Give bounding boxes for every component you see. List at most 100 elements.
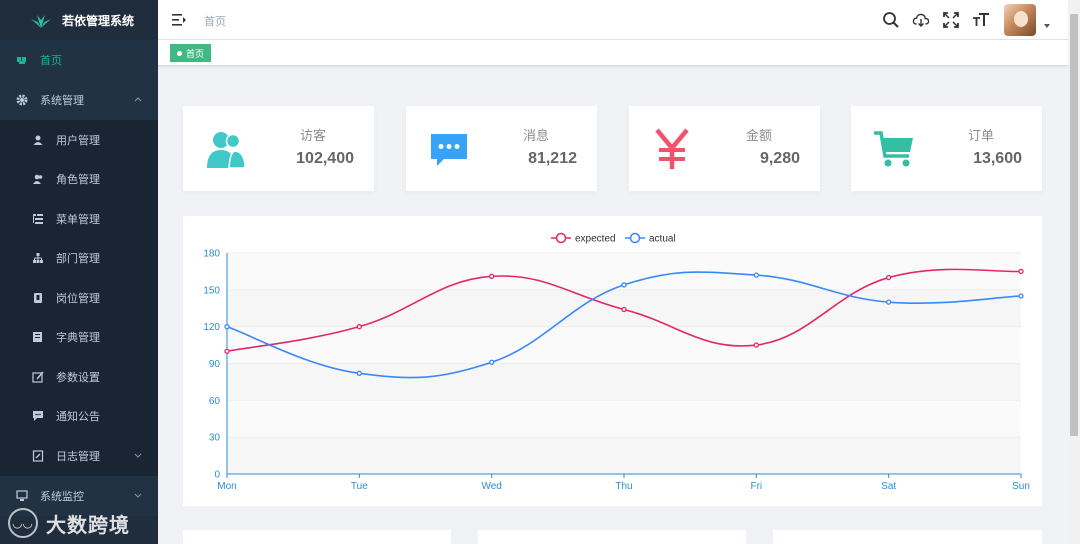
panel-visitors[interactable]: 访客 102,400 [183,106,374,191]
y-tick-label: 0 [214,470,220,481]
post-icon [32,292,44,304]
data-point-actual [753,272,759,278]
breadcrumb: 首页 [204,16,226,28]
navbar: 首页 [158,0,1068,40]
sidebar-item-home[interactable]: 首页 [0,40,158,80]
log-icon [32,450,44,462]
sidebar-item-label: 首页 [40,55,62,67]
sidebar-item-menus[interactable]: 菜单管理 [0,199,158,239]
edit-icon [32,371,44,383]
sidebar-item-notice[interactable]: 通知公告 [0,396,158,436]
grid-band [227,363,1021,401]
sidebar-item-users[interactable]: 用户管理 [0,120,158,160]
panel-value: 81,212 [528,150,577,167]
sidebar-item-label: 部门管理 [56,253,100,266]
gear-icon [16,94,28,106]
shopping-icon [874,131,913,167]
sidebar-item-depts[interactable]: 部门管理 [0,238,158,278]
sidebar-item-posts[interactable]: 岗位管理 [0,278,158,318]
data-point-actual [886,299,892,305]
money-icon [655,128,689,169]
dashboard-icon [16,54,28,66]
tag-home[interactable]: 首页 [170,44,212,62]
tag-label: 首页 [186,48,205,59]
data-point-expected [886,274,892,281]
chevron-up-icon [134,97,142,102]
sidebar-item-label: 参数设置 [56,371,100,384]
data-point-expected [356,324,362,330]
data-point-actual [489,359,495,365]
search-icon[interactable] [882,11,900,29]
chevron-down-icon [134,493,142,498]
dict-icon [32,331,44,343]
sidebar: 若依管理系统 首页 系统管理 用户管理 角色管理 菜单管理 部门管理 岗位管理 … [0,0,158,544]
sidebar-item-label: 菜单管理 [56,213,100,226]
sidebar-item-system[interactable]: 系统管理 [0,80,158,120]
tag-active-dot [177,50,182,56]
sidebar-item-config[interactable]: 参数设置 [0,357,158,397]
legend-label: actual [649,234,676,245]
data-point-expected [621,306,627,313]
bottom-card [183,530,451,544]
sidebar-item-label: 角色管理 [56,174,100,187]
data-point-expected [1018,268,1024,275]
sidebar-item-label: 系统监控 [40,490,84,503]
cloud-download-icon[interactable] [912,11,930,29]
y-tick-label: 30 [209,433,221,444]
x-tick-label: Sat [881,481,896,492]
panel-value: 102,400 [296,150,354,167]
sidebar-item-roles[interactable]: 角色管理 [0,159,158,199]
watermark: ◡◡ 大数跨境 [8,508,130,538]
y-tick-label: 120 [203,322,220,333]
user-icon [32,134,44,146]
font-size-icon[interactable] [972,11,990,29]
x-tick-label: Mon [217,481,236,492]
peoples-icon [32,173,44,185]
panel-money[interactable]: 金额 9,280 [629,106,820,191]
panel-label: 订单 [967,128,994,143]
peoples-icon [207,132,246,169]
logo-icon [31,15,51,28]
data-point-expected [224,348,230,354]
data-point-actual [621,282,627,288]
y-tick-label: 90 [209,359,221,370]
sidebar-item-logs[interactable]: 日志管理 [0,436,158,476]
sidebar-item-label: 字典管理 [56,332,100,345]
panel-orders[interactable]: 订单 13,600 [851,106,1042,191]
data-point-actual [356,370,362,376]
bottom-card [773,530,1042,544]
panel-label: 消息 [522,128,549,143]
message-icon [32,410,44,422]
logo[interactable]: 若依管理系统 [0,0,158,40]
panel-label: 金额 [745,128,772,143]
sidebar-item-label: 系统管理 [40,95,84,107]
x-tick-label: Thu [615,481,632,492]
hamburger-icon[interactable] [172,13,186,27]
app-title: 若依管理系统 [62,13,135,28]
sidebar-item-label: 岗位管理 [56,292,100,305]
sidebar-item-label: 用户管理 [56,134,100,147]
page-scrollbar[interactable] [1068,0,1080,544]
x-tick-label: Sun [1012,481,1030,492]
y-tick-label: 150 [203,285,220,296]
data-point-expected [753,342,759,348]
sidebar-item-dict[interactable]: 字典管理 [0,317,158,357]
watermark-logo-icon: ◡◡ [8,508,38,538]
caret-down-icon[interactable] [1044,24,1050,28]
scrollbar-thumb[interactable] [1070,14,1078,436]
sidebar-item-label: 通知公告 [56,411,100,424]
data-point-actual [1018,293,1024,299]
bottom-card [478,530,746,544]
panel-messages[interactable]: 消息 81,212 [406,106,597,191]
avatar[interactable] [1004,4,1036,36]
tree-table-icon [32,213,44,225]
data-point-actual [224,324,230,330]
grid-band [227,400,1021,438]
watermark-text: 大数跨境 [46,514,130,537]
fullscreen-icon[interactable] [942,11,960,29]
grid-band [227,326,1021,364]
message-icon [431,134,467,166]
x-tick-label: Tue [351,481,368,492]
legend-marker [555,232,567,244]
sidebar-item-label: 日志管理 [56,450,100,463]
